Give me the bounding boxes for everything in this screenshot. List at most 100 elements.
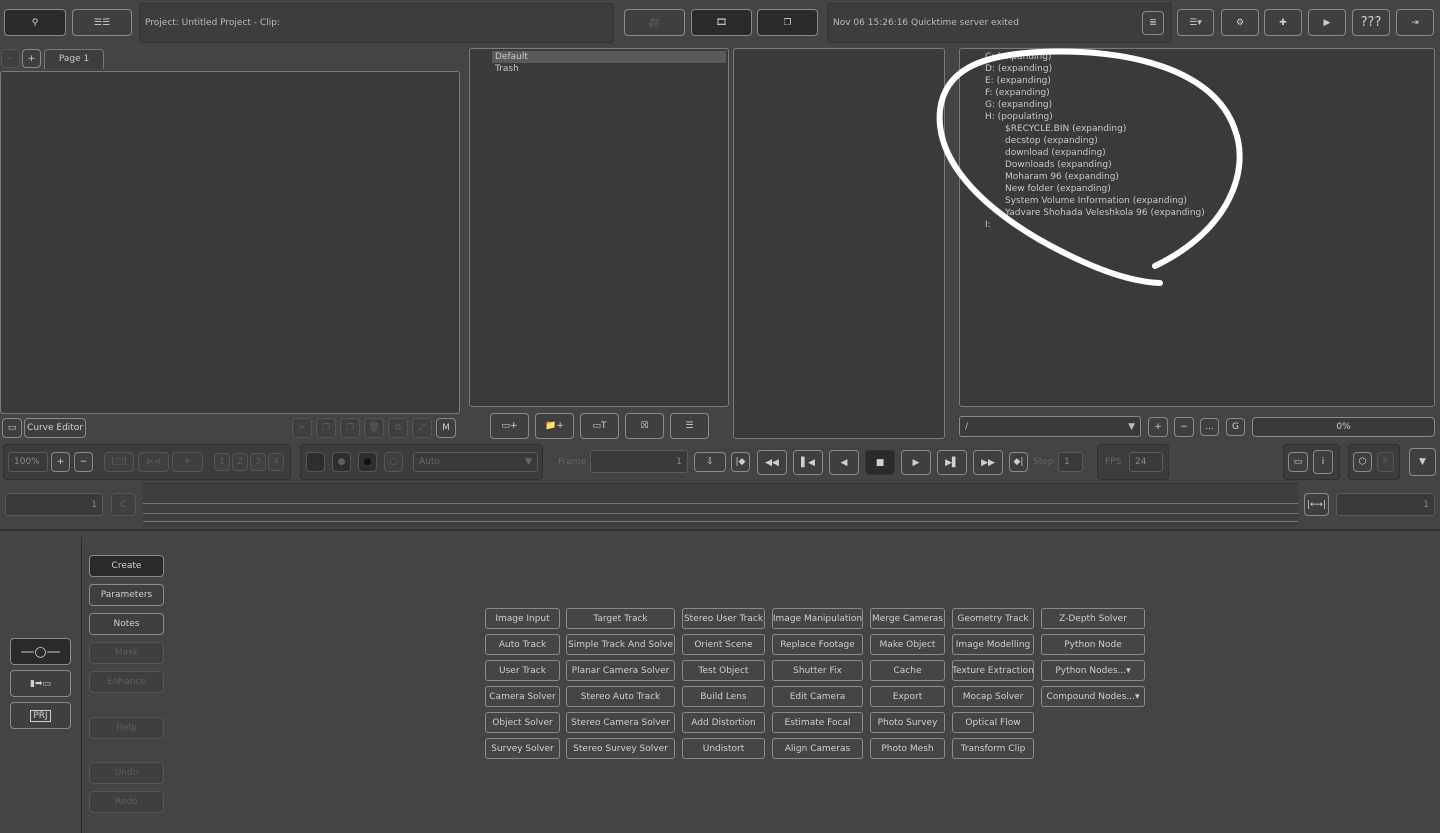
view-1-button[interactable]: 1 [214,453,230,471]
collapse-button[interactable]: ▼ [1409,448,1436,476]
node-button[interactable]: Survey Solver [485,738,560,759]
node-button[interactable]: Mocap Solver [952,686,1034,707]
camera-view-button[interactable]: ⊳⊲ [138,452,169,472]
play-back-button[interactable]: ◀ [829,450,859,475]
node-button[interactable]: Merge Cameras [870,608,945,629]
color-grey-button[interactable]: ● [332,452,351,472]
node-button[interactable]: Photo Survey [870,712,945,733]
node-button[interactable]: Image Modelling [952,634,1034,655]
fps-field[interactable]: 24 [1129,452,1163,472]
step-forward-button[interactable]: ▶▌ [937,450,967,475]
tab-mask[interactable]: Mask [89,642,164,664]
node-button[interactable]: Simple Track And Solve [566,634,675,655]
step-field[interactable]: 1 [1058,452,1083,472]
node-button[interactable]: Stereo Auto Track [566,686,675,707]
object-button[interactable]: ⬡ [1353,452,1372,472]
node-button[interactable]: Stereo Survey Solver [566,738,675,759]
node-button[interactable]: Build Lens [682,686,765,707]
set-in-button[interactable]: |◆ [731,452,750,472]
path-dropdown[interactable]: / ▼ [959,416,1141,437]
undo-button[interactable]: Undo [89,762,164,784]
view-2-button[interactable]: 2 [232,453,248,471]
divider [81,537,82,833]
color-black-button[interactable] [306,452,325,472]
timeline-track[interactable] [143,483,1298,525]
g-button[interactable]: G [1226,418,1245,436]
node-button[interactable]: Photo Mesh [870,738,945,759]
c-button[interactable]: C [111,493,136,516]
timeline-start-field[interactable]: 1 [5,493,103,516]
tab-enhance[interactable]: Enhance [89,671,164,693]
zoom-in-button[interactable]: + [51,452,70,472]
node-button[interactable]: Replace Footage [772,634,863,655]
node-button[interactable]: Estimate Focal [772,712,863,733]
import-clip-button[interactable]: ▮➡▭ [10,670,71,697]
chevron-down-icon: ▼ [1128,421,1135,432]
node-button[interactable]: Camera Solver [485,686,560,707]
node-button[interactable]: Geometry Track [952,608,1034,629]
info-button[interactable]: i [1313,450,1333,474]
node-button[interactable]: Undistort [682,738,765,759]
zoom-field[interactable]: 100% [8,452,48,472]
rewind-button[interactable]: ◀◀ [757,450,787,475]
node-button[interactable]: Align Cameras [772,738,863,759]
redo-button[interactable]: Redo [89,791,164,813]
node-button[interactable]: Test Object [682,660,765,681]
node-button[interactable]: Stereo Camera Solver [566,712,675,733]
clip-info-button[interactable]: ▭ [1288,452,1308,472]
fit-view-button[interactable]: [▢] [104,452,134,472]
node-button[interactable]: Orient Scene [682,634,765,655]
view-4-button[interactable]: 4 [268,453,284,471]
browse-button[interactable]: ... [1200,418,1219,436]
tab-create[interactable]: Create [89,555,164,577]
node-button[interactable]: Object Solver [485,712,560,733]
display-mode-dropdown[interactable]: Auto ▼ [413,452,538,472]
node-button[interactable]: Target Track [566,608,675,629]
node-view-button[interactable]: —○— [10,638,71,665]
remove-path-button[interactable]: − [1174,417,1194,437]
goto-frame-button[interactable]: ⇩ [694,452,726,472]
add-path-button[interactable]: + [1148,417,1168,437]
p-button[interactable]: P [1377,452,1394,472]
node-button[interactable]: Auto Track [485,634,560,655]
fit-timeline-button[interactable]: |⟷| [1304,493,1329,516]
stop-button[interactable]: ■ [865,450,895,475]
node-button[interactable]: Transform Clip [952,738,1034,759]
node-button[interactable]: Z-Depth Solver [1041,608,1145,629]
node-button[interactable]: Shutter Fix [772,660,863,681]
tab-parameters[interactable]: Parameters [89,584,164,606]
node-button[interactable]: Texture Extraction [952,660,1034,681]
node-button[interactable]: Python Node [1041,634,1145,655]
zoom-out-button[interactable]: − [74,452,93,472]
node-button[interactable]: Optical Flow [952,712,1034,733]
node-button[interactable]: Python Nodes... ▾ [1041,660,1145,681]
node-button[interactable]: Cache [870,660,945,681]
node-button[interactable]: Image Input [485,608,560,629]
node-button[interactable]: Image Manipulation [772,608,863,629]
set-out-button[interactable]: ◆| [1009,452,1028,472]
track-view-button[interactable]: ⌖ [172,452,203,472]
help-tab-button[interactable]: Help [89,717,164,739]
frame-label: Frame [558,457,587,467]
chevron-down-icon: ▾ [1126,665,1131,676]
node-button[interactable]: Compound Nodes... ▾ [1041,686,1145,707]
tab-notes[interactable]: Notes [89,613,164,635]
node-button[interactable]: Planar Camera Solver [566,660,675,681]
frame-field[interactable]: 1 [590,450,688,473]
timeline-end-field[interactable]: 1 [1336,493,1435,516]
fast-forward-button[interactable]: ▶▶ [973,450,1003,475]
node-button[interactable]: Export [870,686,945,707]
exposure-button[interactable]: ○ [384,452,403,472]
node-button[interactable]: Stereo User Track [682,608,765,629]
node-button[interactable]: User Track [485,660,560,681]
step-back-button[interactable]: ▌◀ [793,450,823,475]
view-3-button[interactable]: 3 [250,453,266,471]
node-button[interactable]: Make Object [870,634,945,655]
circle-icon: ○ [389,457,398,467]
play-forward-button[interactable]: ▶ [901,450,931,475]
node-button[interactable]: Add Distortion [682,712,765,733]
monitor-down-icon: ⇩ [706,457,714,467]
color-dark-button[interactable]: ● [358,452,377,472]
node-button[interactable]: Edit Camera [772,686,863,707]
project-button[interactable]: PRJ [10,702,71,729]
